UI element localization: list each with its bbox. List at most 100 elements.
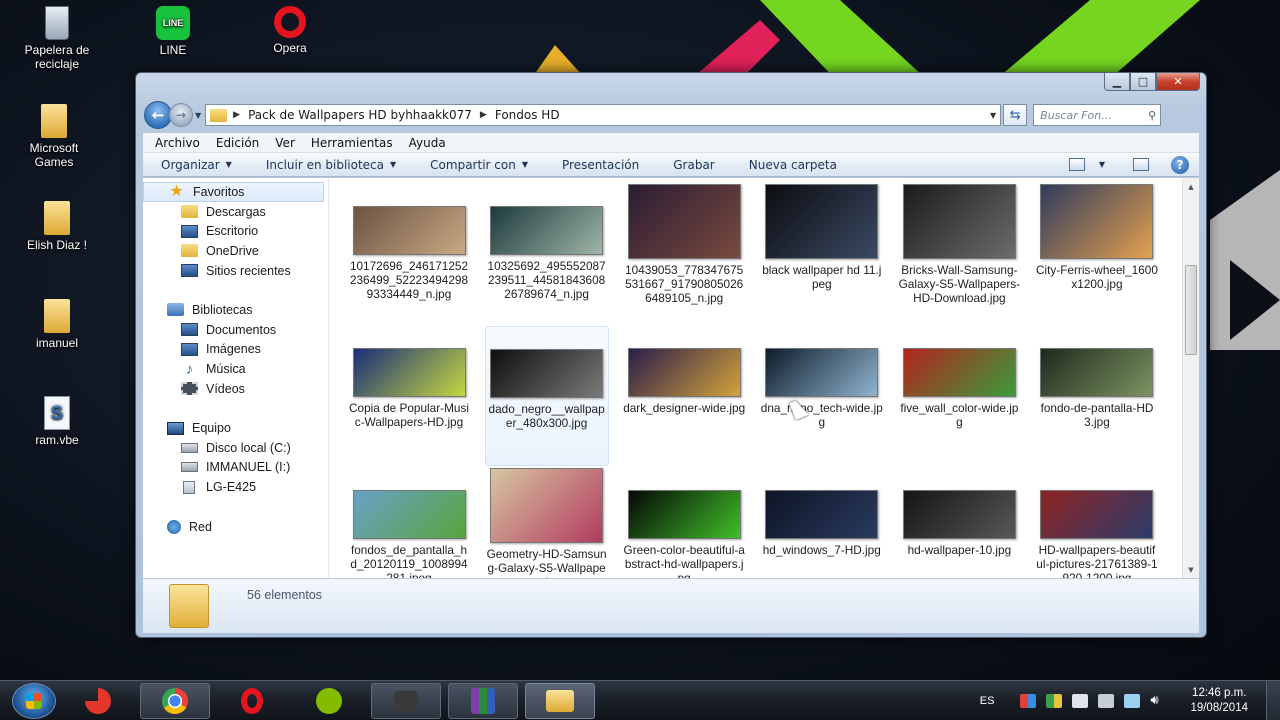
spotify-icon xyxy=(316,687,342,714)
nav-favoritos[interactable]: ★ Favoritos xyxy=(143,182,324,202)
file-item[interactable]: dado_negro__wallpaper_480x300.jpg xyxy=(484,326,609,466)
tray-battery-icon[interactable] xyxy=(1124,693,1141,708)
file-item[interactable]: fondo-de-pantalla-HD3.jpg xyxy=(1035,326,1159,466)
nav-documentos[interactable]: Documentos xyxy=(143,320,328,340)
nav-equipo[interactable]: Equipo xyxy=(143,418,328,438)
tray-network-icon[interactable] xyxy=(1098,693,1115,708)
taskbar-chrome[interactable] xyxy=(140,682,210,719)
scroll-up-icon[interactable]: ▲ xyxy=(1183,178,1199,195)
minimize-button[interactable]: ▁ xyxy=(1104,73,1130,91)
nav-red[interactable]: Red xyxy=(143,517,328,537)
file-name: hd-wallpaper-10.jpg xyxy=(907,543,1012,557)
image-thumbnail xyxy=(1040,490,1154,539)
organize-button[interactable]: Organizar ▼ xyxy=(161,158,232,172)
nav-onedrive[interactable]: OneDrive xyxy=(143,241,328,261)
file-item[interactable]: Green-color-beautiful-abstract-hd-wallpa… xyxy=(622,468,746,578)
breadcrumb-pack-wallpapers[interactable]: Pack de Wallpapers HD byhhaakk077 xyxy=(248,108,472,122)
menu-edicion[interactable]: Edición xyxy=(216,136,259,150)
desktop-icon-line[interactable]: LINE LINE xyxy=(128,6,218,57)
include-library-button[interactable]: Incluir en biblioteca ▼ xyxy=(266,158,396,172)
nav-bibliotecas[interactable]: Bibliotecas xyxy=(143,300,328,320)
desktop-icon-microsoft-games[interactable]: Microsoft Games xyxy=(9,104,99,169)
new-folder-button[interactable]: Nueva carpeta xyxy=(749,158,837,172)
share-with-button[interactable]: Compartir con ▼ xyxy=(430,158,528,172)
view-options-chevron-icon[interactable]: ▼ xyxy=(1099,160,1105,169)
nav-musica[interactable]: ♪ Música xyxy=(143,359,328,379)
nav-immanuel-drive[interactable]: IMMANUEL (I:) xyxy=(143,458,328,478)
forward-button[interactable]: → xyxy=(169,103,193,127)
clock[interactable]: 12:46 p.m. 19/08/2014 xyxy=(1190,686,1248,716)
file-item[interactable]: 10439053_778347675531667_917908050266489… xyxy=(622,184,746,324)
file-item[interactable]: dna_nano_tech-wide.jpg xyxy=(760,326,884,466)
image-thumbnail xyxy=(490,206,604,255)
breadcrumb-separator-icon[interactable]: ▶ xyxy=(480,110,487,120)
nav-lg-e425[interactable]: LG-E425 xyxy=(143,477,328,497)
breadcrumb-fondos-hd[interactable]: Fondos HD xyxy=(495,108,560,122)
desktop-icon-opera[interactable]: Opera xyxy=(245,6,335,55)
burn-button[interactable]: Grabar xyxy=(673,158,715,172)
refresh-button[interactable]: ⇆ xyxy=(1003,104,1028,126)
file-item[interactable]: hd-wallpaper-10.jpg xyxy=(897,468,1021,578)
desktop-icon-recycle-bin[interactable]: Papelera de reciclaje xyxy=(12,6,102,71)
address-bar[interactable]: ▶ Pack de Wallpapers HD byhhaakk077 ▶ Fo… xyxy=(205,104,1002,126)
preview-pane-icon[interactable] xyxy=(1133,158,1149,171)
recent-pages-dropdown[interactable]: ▼ xyxy=(195,111,201,120)
slideshow-button[interactable]: Presentación xyxy=(562,158,639,172)
file-item[interactable]: 10172696_246171252236499_522234942989333… xyxy=(347,184,471,324)
view-options-icon[interactable] xyxy=(1068,158,1085,171)
hard-drive-icon xyxy=(181,442,198,453)
file-item[interactable]: Copia de Popular-Music-Wallpapers-HD.jpg xyxy=(347,326,471,466)
nav-escritorio[interactable]: Escritorio xyxy=(143,221,328,241)
close-button[interactable]: ✕ xyxy=(1156,73,1200,91)
nav-sitios-recientes[interactable]: Sitios recientes xyxy=(143,261,328,281)
nav-descargas[interactable]: Descargas xyxy=(143,202,328,222)
file-item[interactable]: five_wall_color-wide.jpg xyxy=(897,326,1021,466)
back-button[interactable]: ← xyxy=(144,101,172,129)
file-item[interactable]: City-Ferris-wheel_1600x1200.jpg xyxy=(1035,184,1159,324)
search-input[interactable]: Buscar Fon... ⚲ xyxy=(1033,104,1162,126)
taskbar-camera-app[interactable] xyxy=(371,682,441,719)
nav-disco-local[interactable]: Disco local (C:) xyxy=(143,438,328,458)
menu-archivo[interactable]: Archivo xyxy=(155,136,200,150)
language-indicator[interactable]: ES xyxy=(980,695,995,707)
scrollbar-thumb[interactable] xyxy=(1185,265,1197,355)
vertical-scrollbar[interactable]: ▲ ▼ xyxy=(1182,178,1199,578)
taskbar-winrar[interactable] xyxy=(448,682,518,719)
volume-icon[interactable]: 🔊︎ xyxy=(1150,693,1166,708)
taskbar-opera[interactable] xyxy=(217,683,287,719)
file-item[interactable]: Bricks-Wall-Samsung-Galaxy-S5-Wallpapers… xyxy=(897,184,1021,324)
file-item[interactable]: black wallpaper hd 11.jpeg xyxy=(760,184,884,324)
search-icon[interactable]: ⚲ xyxy=(1148,109,1156,122)
taskbar-explorer[interactable] xyxy=(525,682,595,719)
file-item[interactable]: Geometry-HD-Samsung-Galaxy-S5-Wallpapers… xyxy=(485,468,609,578)
help-icon[interactable]: ? xyxy=(1171,155,1189,174)
nav-imagenes[interactable]: Imágenes xyxy=(143,340,328,360)
desktop-icon-elish-diaz[interactable]: Elish Diaz ! xyxy=(12,201,102,252)
address-dropdown-icon[interactable]: ▼ xyxy=(990,111,996,120)
file-item[interactable]: HD-wallpapers-beautiful-pictures-2176138… xyxy=(1035,468,1159,578)
file-item[interactable]: hd_windows_7-HD.jpg xyxy=(760,468,884,578)
opera-icon xyxy=(274,6,306,38)
tray-devices-icon[interactable] xyxy=(1072,693,1089,708)
menu-herramientas[interactable]: Herramientas xyxy=(311,136,393,150)
breadcrumb-separator-icon[interactable]: ▶ xyxy=(233,110,240,120)
command-bar: Organizar ▼ Incluir en biblioteca ▼ Compar… xyxy=(143,153,1199,177)
tray-flag-icon[interactable] xyxy=(1046,693,1063,708)
maximize-button[interactable]: □ xyxy=(1130,73,1156,91)
scroll-down-icon[interactable]: ▼ xyxy=(1183,561,1199,578)
script-file-icon: S xyxy=(44,396,70,430)
menu-ayuda[interactable]: Ayuda xyxy=(409,136,446,150)
phone-device-icon xyxy=(183,480,195,494)
menu-ver[interactable]: Ver xyxy=(275,136,295,150)
file-item[interactable]: dark_designer-wide.jpg xyxy=(622,326,746,466)
desktop-icon-ram-vbe[interactable]: S ram.vbe xyxy=(12,396,102,447)
nav-videos[interactable]: Vídeos xyxy=(143,379,328,399)
start-button[interactable] xyxy=(12,682,56,719)
show-desktop-button[interactable] xyxy=(1266,681,1280,720)
file-item[interactable]: 10325692_495552087239511_445818436082678… xyxy=(485,184,609,324)
file-item[interactable]: fondos_de_pantalla_hd_20120119_100899428… xyxy=(347,468,471,578)
tray-app-icon[interactable] xyxy=(1020,693,1037,708)
taskbar-spotify[interactable] xyxy=(294,683,364,719)
desktop-icon-imanuel[interactable]: imanuel xyxy=(12,299,102,350)
taskbar-ccleaner[interactable] xyxy=(63,683,133,719)
